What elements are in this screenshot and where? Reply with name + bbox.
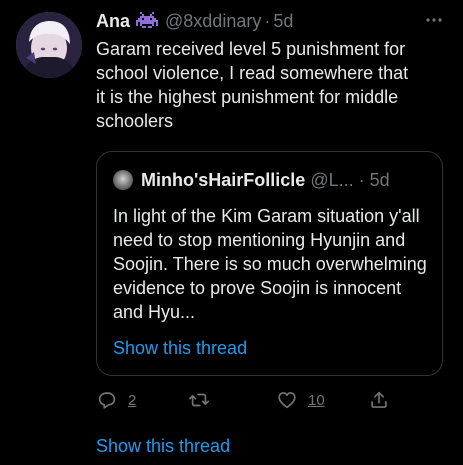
reply-icon <box>98 392 116 409</box>
quoted-separator-dot: · <box>358 169 365 190</box>
show-thread-link[interactable]: Show this thread <box>96 436 230 457</box>
author-avatar-image <box>16 12 82 78</box>
retweet-button[interactable] <box>188 388 220 412</box>
share-icon <box>371 391 387 408</box>
tweet-header: Ana @8xddinary · 5d <box>96 9 293 33</box>
tweet-actions: 2 10 <box>96 388 396 412</box>
quoted-author-name: Minho'sHairFollicle <box>141 169 306 190</box>
retweet-icon <box>189 393 209 407</box>
quoted-tweet-header: Minho'sHairFollicle @L... · 5d <box>113 168 390 192</box>
share-button[interactable] <box>368 388 390 412</box>
tweet-time[interactable]: 5d <box>273 11 293 32</box>
alien-monster-icon <box>136 12 159 28</box>
quoted-author-handle: @L... <box>310 169 354 190</box>
like-count: 10 <box>308 391 325 409</box>
tweet-text: Garam received level 5 punishment for sc… <box>96 39 409 131</box>
quoted-author-avatar <box>113 170 133 190</box>
quoted-tweet-card[interactable]: Minho'sHairFollicle @L... · 5d In light … <box>96 151 443 376</box>
like-button[interactable]: 10 <box>276 388 325 412</box>
quoted-tweet-time: 5d <box>369 169 390 190</box>
quoted-show-thread-link[interactable]: Show this thread <box>113 338 247 359</box>
separator-dot: · <box>264 10 271 31</box>
heart-icon <box>278 392 296 409</box>
reply-count: 2 <box>128 391 137 409</box>
more-options-icon[interactable] <box>423 10 445 30</box>
reply-button[interactable]: 2 <box>96 388 136 412</box>
author-handle[interactable]: @8xddinary <box>165 11 261 32</box>
quoted-tweet-text: In light of the Kim Garam situation y'al… <box>113 206 427 322</box>
author-name[interactable]: Ana <box>96 11 130 32</box>
author-avatar[interactable] <box>16 12 82 78</box>
